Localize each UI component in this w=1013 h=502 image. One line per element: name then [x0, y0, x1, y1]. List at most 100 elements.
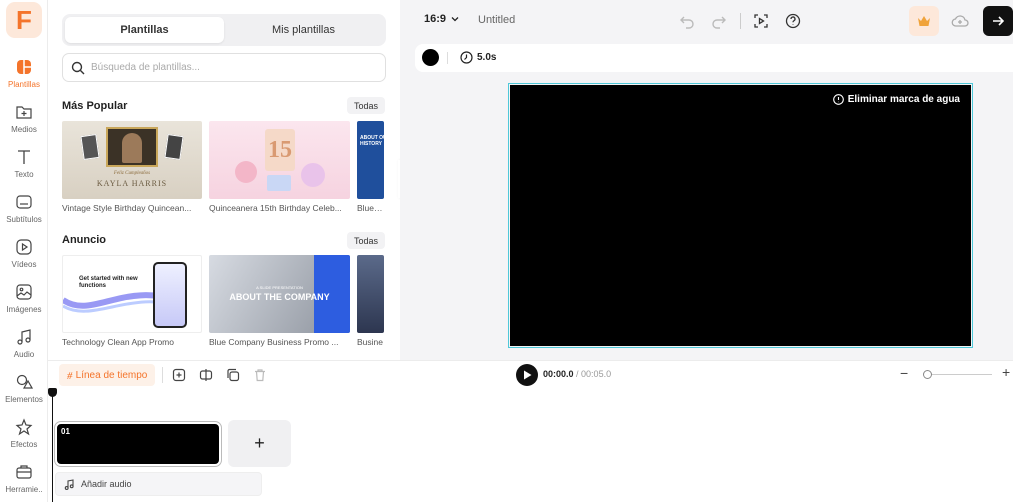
- template-thumb-vintage[interactable]: Feliz Cumpleaños Kayla Harris: [62, 121, 202, 199]
- rail-label: Texto: [14, 170, 34, 179]
- cloud-icon: [951, 15, 969, 27]
- thumb-photo-small: [80, 134, 100, 160]
- aspect-ratio-dropdown[interactable]: 16:9: [424, 13, 459, 25]
- info-icon: [832, 94, 844, 105]
- search-input[interactable]: [91, 62, 371, 73]
- rail-label: Imágenes: [6, 305, 42, 314]
- shapes-icon: [16, 374, 33, 389]
- preview-icon: [754, 14, 768, 28]
- redo-icon: [712, 16, 726, 29]
- logo-letter: F: [16, 4, 32, 35]
- rail-item-elementos[interactable]: Elementos: [0, 371, 48, 415]
- background-color-button[interactable]: [422, 49, 439, 66]
- left-rail: F Plantillas Medios Texto Subtítulos Víd…: [0, 0, 48, 502]
- subtitles-icon: [16, 195, 32, 209]
- zoom-slider-handle[interactable]: [923, 370, 932, 379]
- app-logo[interactable]: F: [6, 2, 42, 38]
- play-button[interactable]: [516, 364, 538, 386]
- add-audio-track[interactable]: Añadir audio: [55, 472, 262, 496]
- template-thumb-business[interactable]: [357, 255, 384, 333]
- total-time: / 00:05.0: [576, 369, 612, 379]
- rail-item-subtitulos[interactable]: Subtítulos: [0, 191, 48, 235]
- tab-plantillas[interactable]: Plantillas: [65, 17, 224, 43]
- template-thumb-quinceanera[interactable]: 15: [209, 121, 350, 199]
- undo-icon: [680, 16, 694, 29]
- time-readout: 00:00.0 / 00:05.0: [543, 369, 611, 379]
- rail-item-audio[interactable]: Audio: [0, 326, 48, 370]
- ad-all-button[interactable]: Todas: [347, 232, 385, 249]
- rail-item-herramientas[interactable]: Herramie..: [0, 461, 48, 502]
- rail-label: Elementos: [5, 395, 43, 404]
- timeline-tab-label: Línea de tiempo: [75, 369, 148, 381]
- template-caption: Quinceanera 15th Birthday Celeb...: [209, 203, 342, 213]
- split-button[interactable]: [197, 366, 215, 384]
- thumb-phone: [153, 262, 187, 328]
- panel-tabs: Plantillas Mis plantillas: [62, 14, 386, 46]
- rail-label: Herramie..: [5, 485, 43, 494]
- template-thumb-tech[interactable]: Get started with new functions: [62, 255, 202, 333]
- cloud-save-button[interactable]: [945, 6, 975, 36]
- play-icon: [523, 370, 531, 380]
- add-square-icon: [172, 368, 186, 382]
- thumb-text: ABOUT THE COMPANY: [229, 292, 330, 302]
- template-search: [62, 53, 386, 82]
- duration-value: 5.0s: [477, 52, 497, 63]
- redo-button[interactable]: [708, 10, 730, 32]
- playhead-handle[interactable]: [48, 388, 57, 397]
- template-thumb-company[interactable]: A SLIDE PRESENTATION ABOUT THE COMPANY: [209, 255, 350, 333]
- delete-button[interactable]: [251, 366, 269, 384]
- premium-button[interactable]: [909, 6, 939, 36]
- toolbox-icon: [16, 465, 32, 479]
- rail-item-imagenes[interactable]: Imágenes: [0, 281, 48, 325]
- rail-label: Medios: [11, 125, 37, 134]
- chevron-down-icon: [451, 17, 459, 22]
- watermark-label: Eliminar marca de agua: [847, 94, 960, 105]
- rail-item-efectos[interactable]: Efectos: [0, 416, 48, 460]
- zoom-slider-track[interactable]: [926, 374, 992, 375]
- rail-item-plantillas[interactable]: Plantillas: [0, 56, 48, 100]
- thumb-text: ABOUT OUR COMPANY HISTORY: [360, 135, 384, 147]
- rail-item-videos[interactable]: Vídeos: [0, 236, 48, 280]
- tab-mis-plantillas[interactable]: Mis plantillas: [224, 17, 383, 43]
- workspace: 16:9 Untitled 5.0s Eliminar marca de agu…: [400, 0, 1013, 360]
- section-title-popular: Más Popular: [62, 100, 128, 112]
- rail-label: Efectos: [10, 440, 38, 449]
- popular-all-button[interactable]: Todas: [347, 97, 385, 114]
- thumb-number: 15: [265, 129, 295, 171]
- add-audio-label: Añadir audio: [81, 479, 132, 489]
- remove-watermark-button[interactable]: Eliminar marca de agua: [832, 94, 960, 105]
- canvas-subtoolbar: 5.0s: [415, 44, 1013, 72]
- timeline-icon: ⧣: [67, 369, 73, 381]
- timeline: ⧣ Línea de tiempo 00:00.0 / 00:05.0 − +: [48, 360, 1013, 502]
- thumb-portrait: [122, 133, 142, 163]
- rail-item-medios[interactable]: Medios: [0, 101, 48, 145]
- duration-button[interactable]: 5.0s: [460, 51, 496, 64]
- undo-button[interactable]: [676, 10, 698, 32]
- trash-icon: [255, 369, 265, 382]
- scene-clip[interactable]: 01: [54, 421, 222, 467]
- top-toolbar: 16:9 Untitled: [400, 0, 1013, 42]
- thumb-name-text: Kayla Harris: [96, 179, 168, 188]
- thumb-script-text: Feliz Cumpleaños: [113, 171, 151, 176]
- video-icon: [16, 239, 32, 255]
- template-thumb-blue[interactable]: ABOUT OUR COMPANY HISTORY: [357, 121, 384, 199]
- arrow-right-icon: [993, 16, 1004, 26]
- playhead[interactable]: [52, 390, 53, 502]
- preview-button[interactable]: [750, 10, 772, 32]
- zoom-in-button[interactable]: +: [1002, 364, 1010, 380]
- duplicate-button[interactable]: [224, 366, 242, 384]
- zoom-out-button[interactable]: −: [900, 365, 908, 381]
- project-title[interactable]: Untitled: [478, 14, 515, 26]
- timeline-tab[interactable]: ⧣ Línea de tiempo: [59, 364, 156, 386]
- export-button[interactable]: [983, 6, 1013, 36]
- help-button[interactable]: [782, 10, 804, 32]
- add-scene-tile[interactable]: +: [228, 420, 291, 467]
- timeline-divider: [162, 367, 163, 383]
- templates-icon: [17, 60, 31, 74]
- music-note-icon: [64, 478, 74, 490]
- video-canvas[interactable]: Eliminar marca de agua: [508, 83, 973, 348]
- rail-item-texto[interactable]: Texto: [0, 146, 48, 190]
- add-scene-button[interactable]: [170, 366, 188, 384]
- rail-label: Plantillas: [7, 80, 40, 89]
- text-icon: [18, 150, 30, 164]
